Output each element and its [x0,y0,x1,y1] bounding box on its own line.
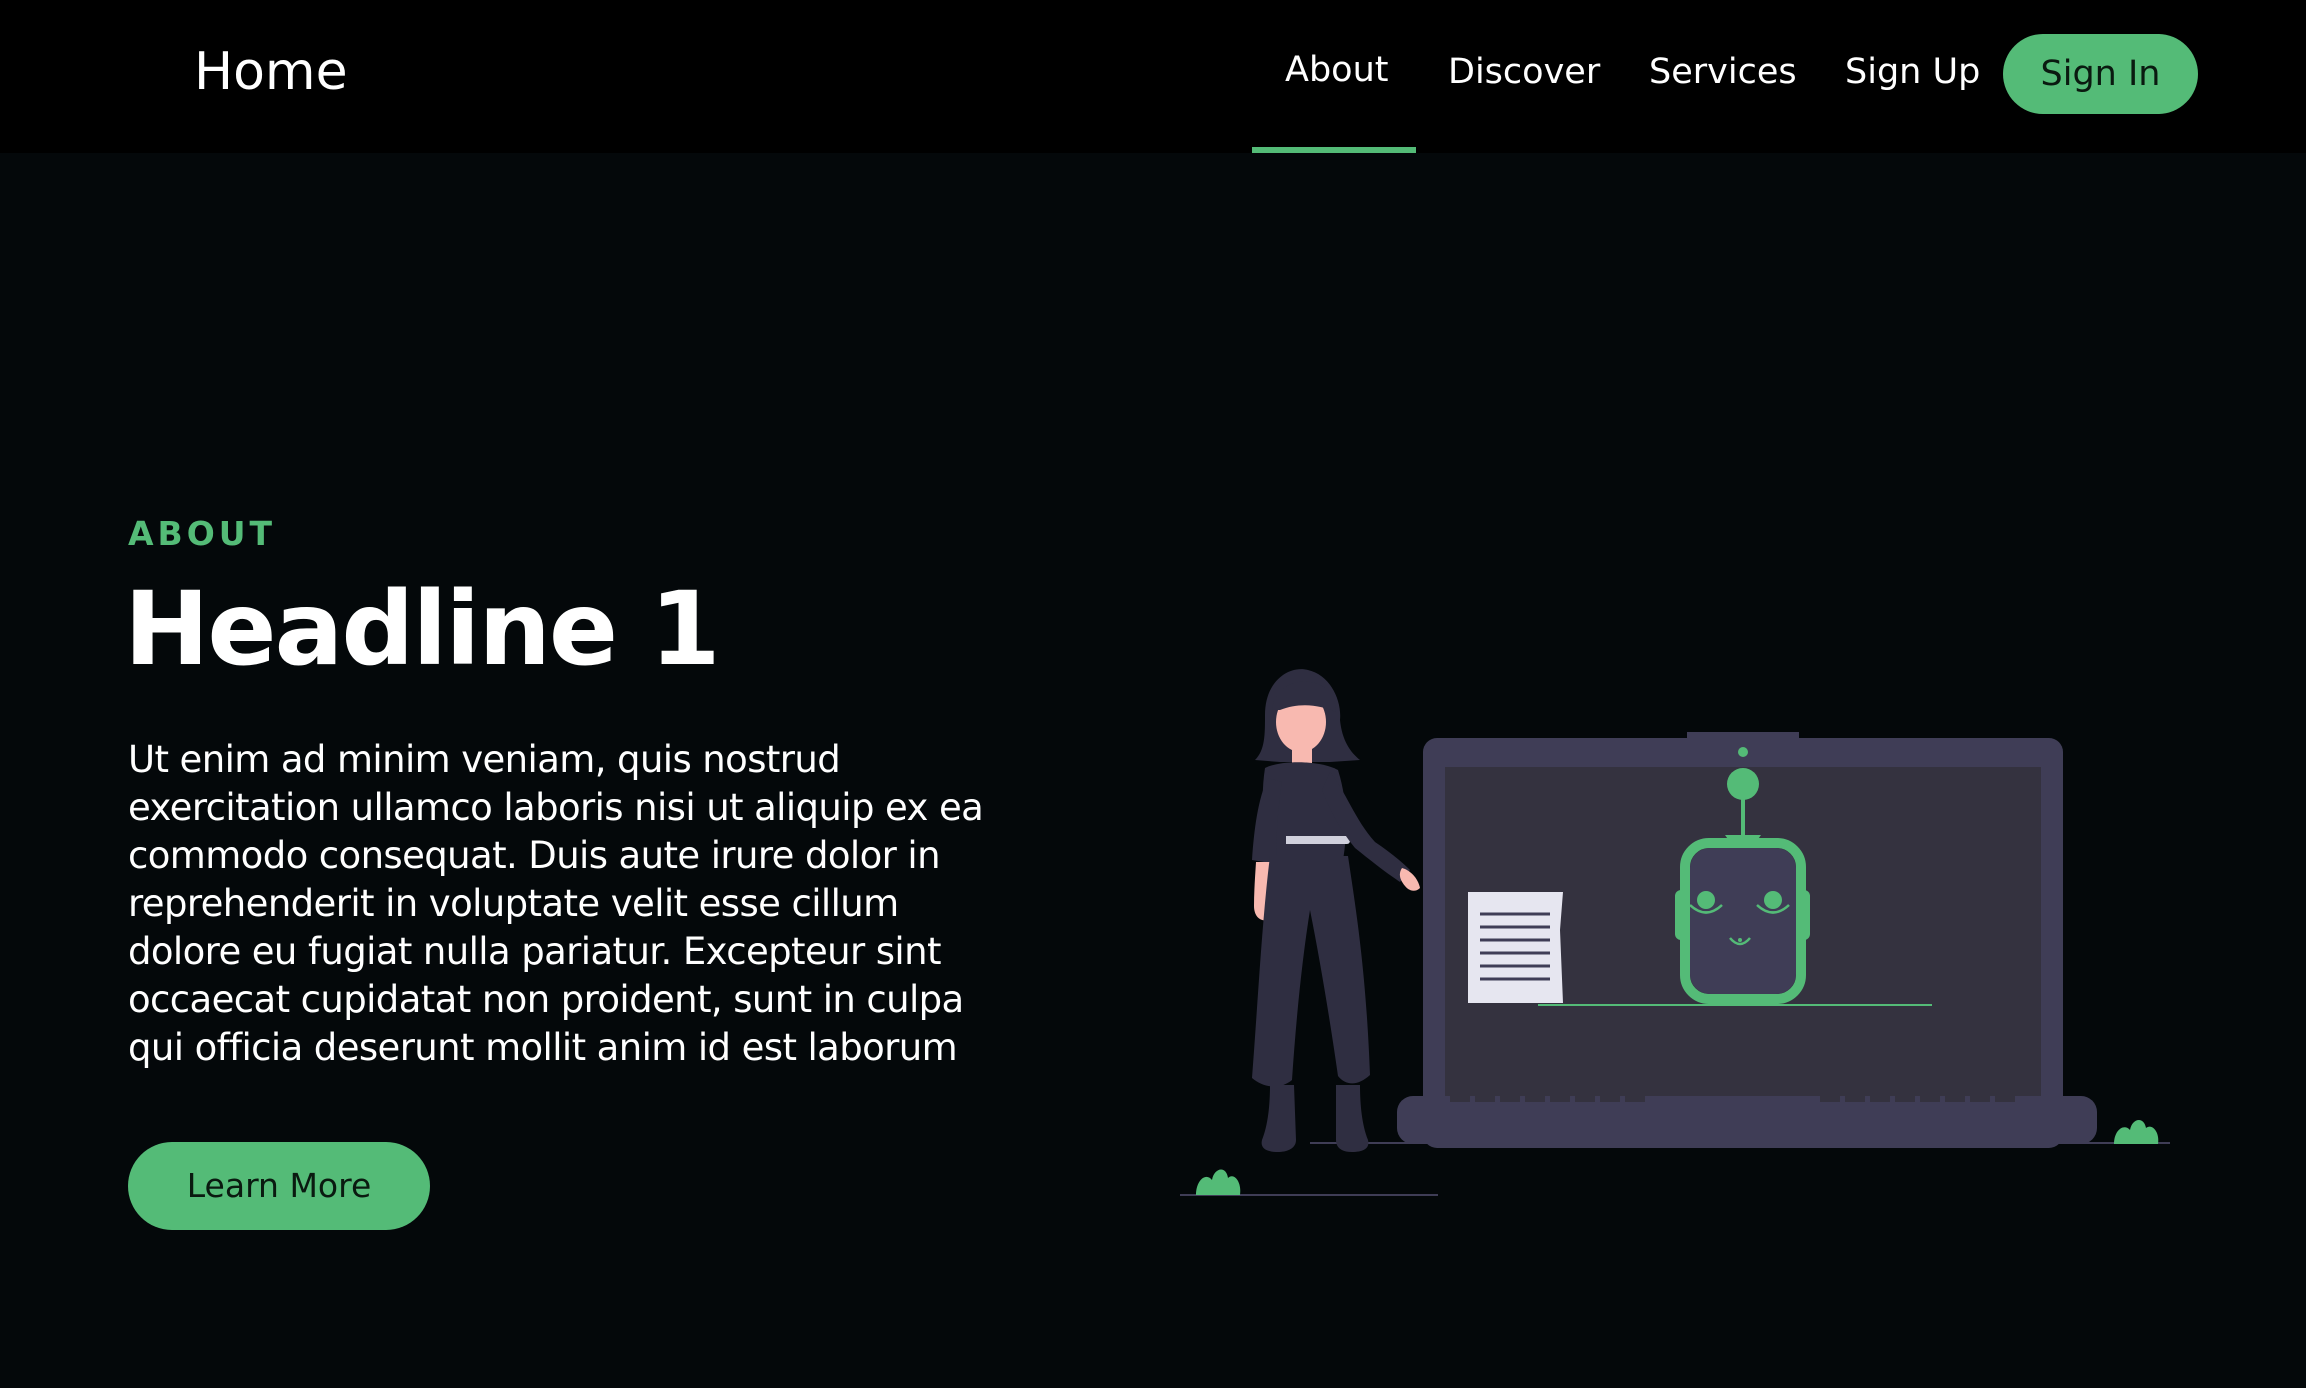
document-icon [1468,892,1563,1003]
nav-link-discover[interactable]: Discover [1448,52,1600,92]
page-headline: Headline 1 [124,570,721,689]
nav-link-services[interactable]: Services [1649,52,1797,92]
navbar: Home About Discover Services Sign Up Sig… [0,0,2306,153]
laptop-base [1397,1096,2097,1144]
laptop-camera-dot [1738,747,1748,757]
woman-presenting-robot-on-laptop-illustration [1180,669,2170,1196]
plant-right-icon [2114,1119,2159,1144]
laptop-camera-bar [1687,732,1799,742]
brand-home-link[interactable]: Home [194,42,348,102]
sign-in-button[interactable]: Sign In [2003,34,2198,114]
nav-link-sign-up[interactable]: Sign Up [1845,52,1980,92]
learn-more-button[interactable]: Learn More [128,1142,430,1230]
section-eyebrow: ABOUT [128,514,277,553]
active-nav-indicator [1252,147,1416,153]
woman-figure-icon [1252,669,1420,1152]
nav-link-about[interactable]: About [1285,50,1388,90]
plant-left-icon [1196,1169,1241,1195]
hero-body-text: Ut enim ad minim veniam, quis nostrud ex… [128,738,984,1069]
